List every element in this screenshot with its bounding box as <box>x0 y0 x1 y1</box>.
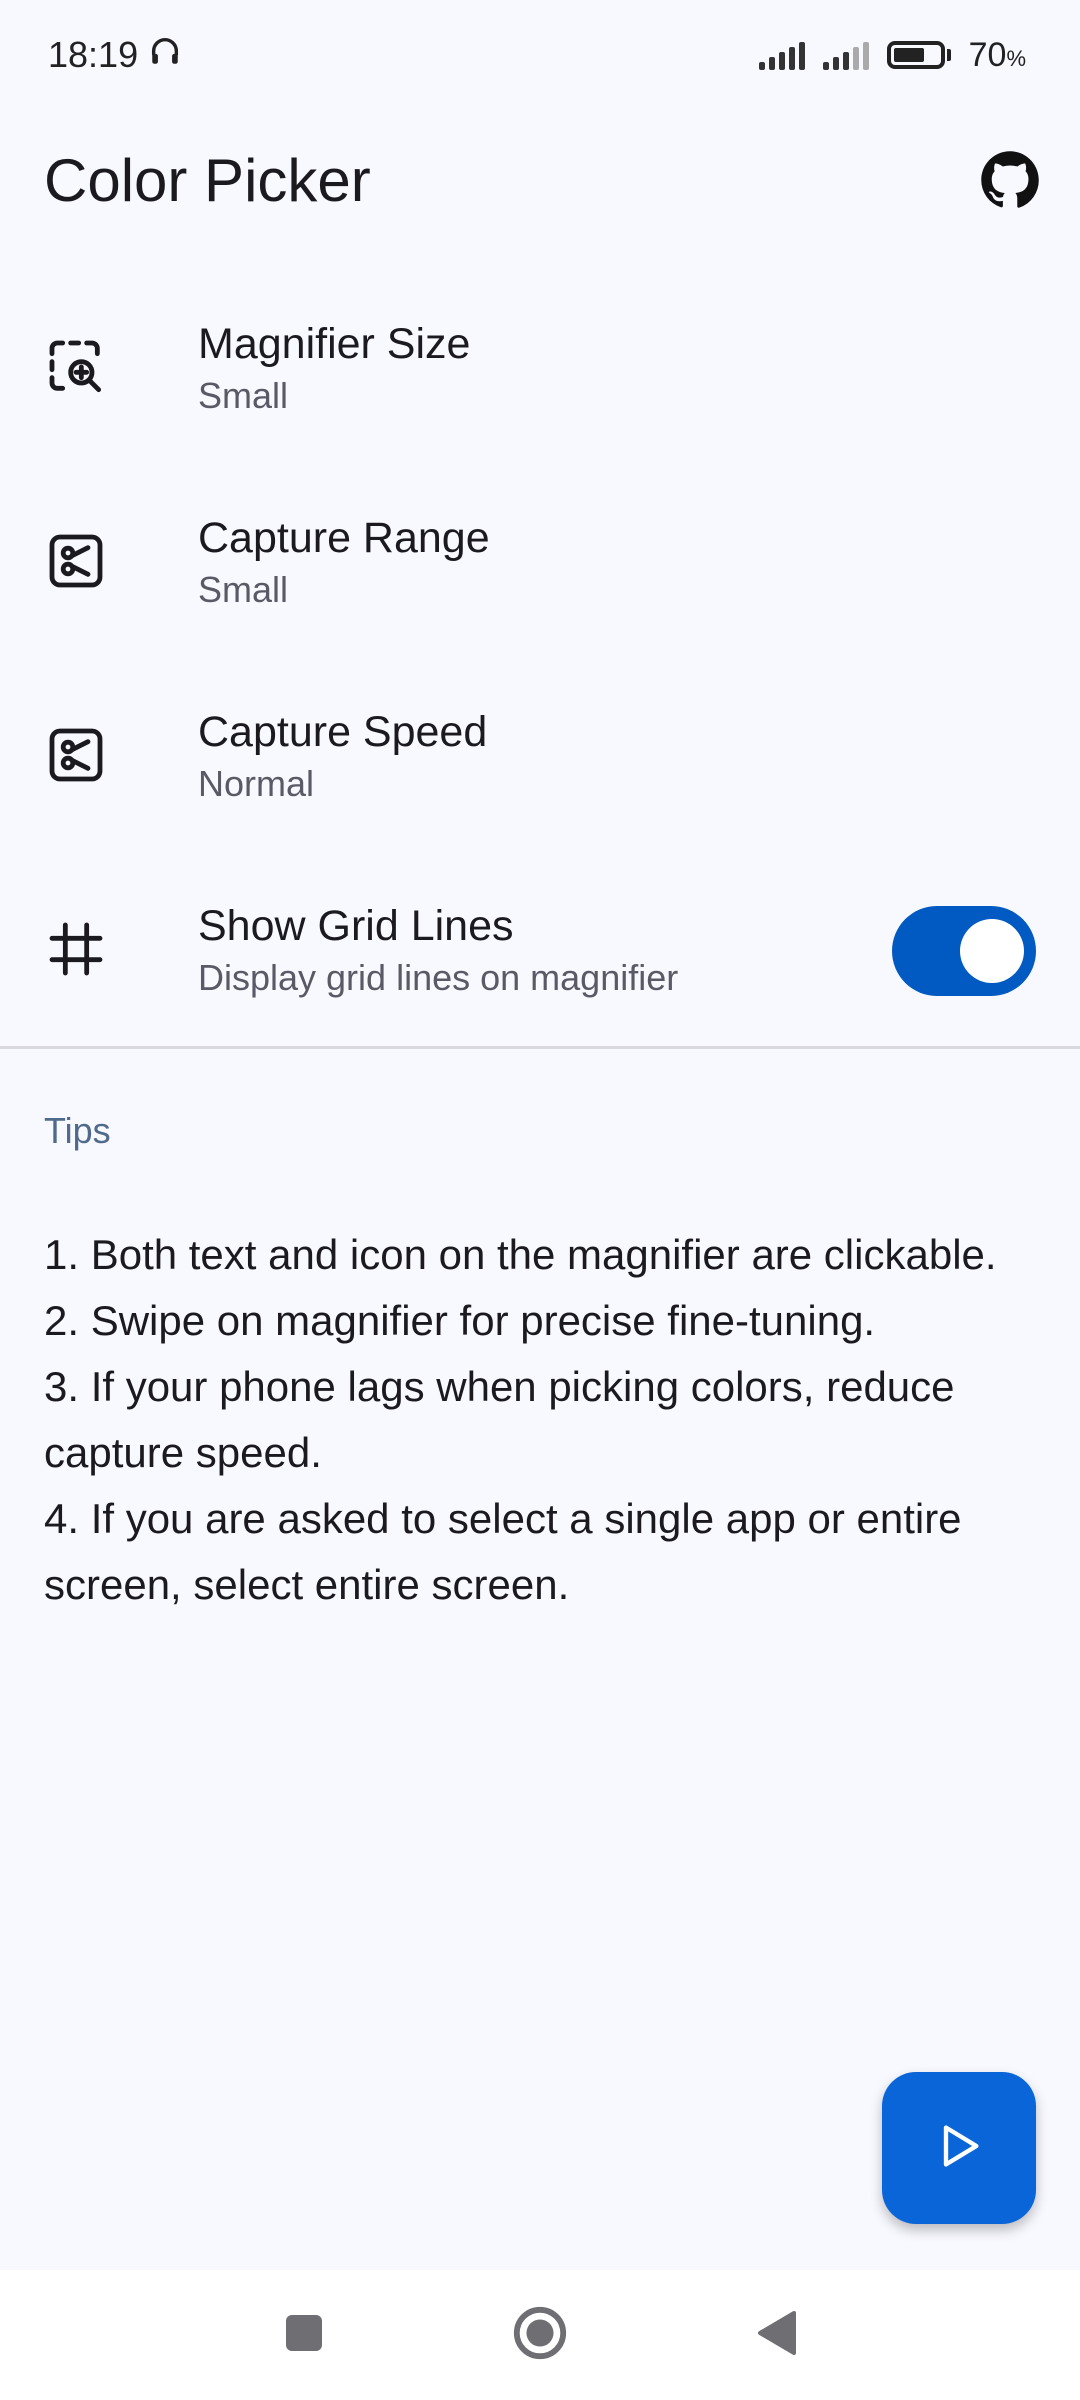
toggle-knob <box>960 919 1024 983</box>
status-bar: 18:19 70% <box>0 0 1080 110</box>
signal-icon-secondary <box>822 40 869 70</box>
tip-item: 1. Both text and icon on the magnifier a… <box>44 1231 997 1278</box>
square-icon <box>284 2313 324 2358</box>
home-button[interactable] <box>508 2303 572 2367</box>
scissors-box-icon <box>44 723 108 792</box>
setting-value: Small <box>198 375 289 416</box>
status-time: 18:19 <box>48 34 139 75</box>
tip-item: 3. If your phone lags when picking color… <box>44 1363 955 1476</box>
setting-show-grid-lines[interactable]: Show Grid Lines Display grid lines on ma… <box>0 854 1080 1048</box>
battery-percentage: 70% <box>968 35 1026 74</box>
setting-value: Normal <box>198 763 315 804</box>
app-bar: Color Picker <box>0 130 1080 230</box>
magnifier-frame-icon <box>44 335 108 404</box>
grid-lines-toggle[interactable] <box>892 906 1036 996</box>
setting-description: Display grid lines on magnifier <box>198 957 679 998</box>
setting-capture-speed[interactable]: Capture Speed Normal <box>0 660 1080 854</box>
setting-title: Show Grid Lines <box>198 902 514 950</box>
tip-item: 2. Swipe on magnifier for precise fine-t… <box>44 1297 876 1344</box>
github-icon[interactable] <box>978 148 1042 212</box>
page-title: Color Picker <box>44 146 371 214</box>
back-triangle-icon <box>754 2309 798 2362</box>
tip-item: 4. If you are asked to select a single a… <box>44 1495 962 1608</box>
grid-icon <box>44 917 108 986</box>
signal-icon <box>758 40 805 70</box>
tips-header: Tips <box>44 1110 111 1151</box>
battery-icon <box>886 41 951 69</box>
scissors-box-icon <box>44 529 108 598</box>
setting-capture-range[interactable]: Capture Range Small <box>0 466 1080 660</box>
setting-title: Capture Range <box>198 514 490 562</box>
setting-title: Capture Speed <box>198 708 488 756</box>
recents-button[interactable] <box>272 2303 336 2367</box>
headphones-icon <box>148 34 182 77</box>
home-circle-icon <box>511 2304 569 2367</box>
setting-title: Magnifier Size <box>198 320 471 368</box>
setting-value: Small <box>198 569 289 610</box>
tips-list: 1. Both text and icon on the magnifier a… <box>44 1222 1044 1618</box>
divider <box>0 1046 1080 1049</box>
start-button[interactable] <box>882 2072 1036 2224</box>
system-nav-bar <box>0 2270 1080 2400</box>
play-icon <box>933 2120 985 2177</box>
setting-magnifier-size[interactable]: Magnifier Size Small <box>0 272 1080 466</box>
back-button[interactable] <box>744 2303 808 2367</box>
